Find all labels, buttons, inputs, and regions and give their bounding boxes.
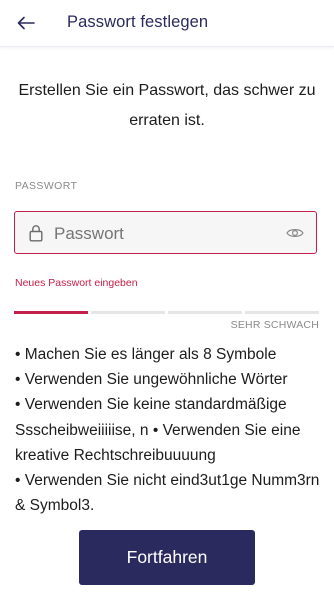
strength-segment-3 (168, 311, 242, 314)
password-input[interactable] (52, 217, 276, 251)
eye-icon[interactable] (286, 225, 304, 241)
lock-icon (29, 225, 43, 242)
strength-segment-4 (245, 311, 319, 314)
password-error: Neues Passwort eingeben (15, 277, 138, 289)
tips-text: • Machen Sie es länger als 8 Symbole • V… (15, 346, 320, 515)
password-field[interactable] (14, 211, 317, 254)
app-header: Passwort festlegen (0, 0, 334, 47)
back-button[interactable] (12, 9, 40, 37)
password-tips: • Machen Sie es länger als 8 Symbole • V… (15, 342, 321, 518)
page-title: Passwort festlegen (67, 13, 209, 31)
strength-segment-1 (14, 311, 88, 314)
intro-text: Erstellen Sie ein Passwort, das schwer z… (18, 82, 316, 129)
strength-label: SEHR SCHWACH (230, 319, 319, 331)
arrow-left-icon (17, 16, 35, 30)
password-label: PASSWORT (15, 180, 78, 192)
continue-button[interactable]: Fortfahren (79, 530, 255, 585)
strength-segment-2 (91, 311, 165, 314)
